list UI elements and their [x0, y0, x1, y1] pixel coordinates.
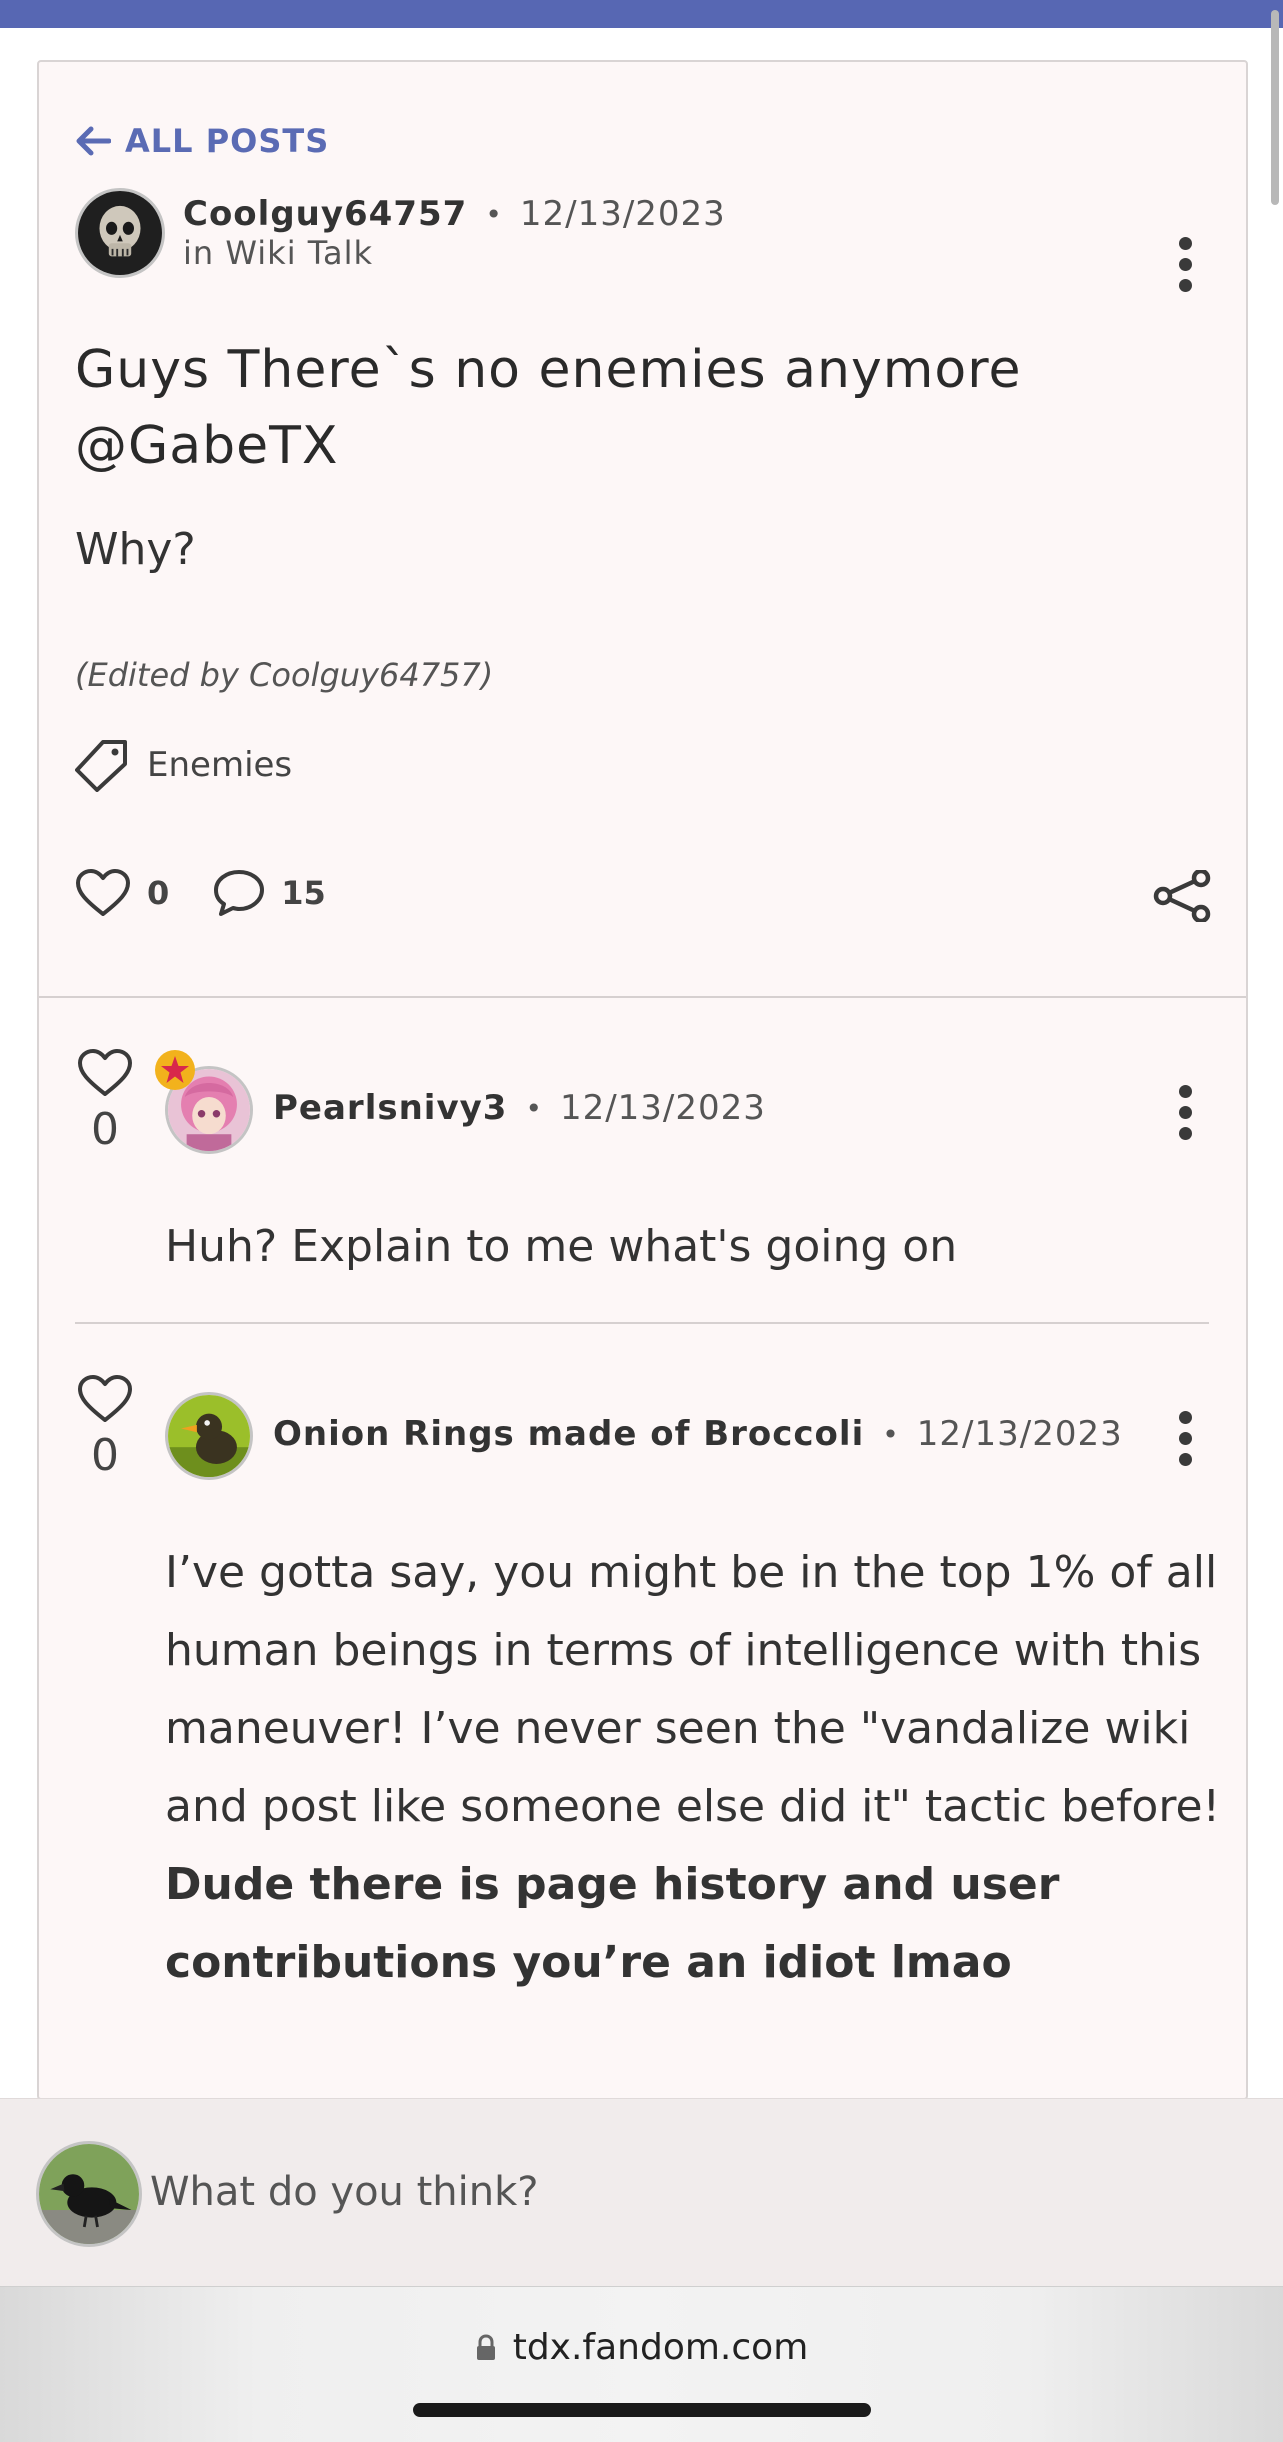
- arrow-left-icon: [76, 126, 111, 156]
- author-avatar[interactable]: [75, 188, 165, 278]
- url-text: tdx.fandom.com: [512, 2327, 809, 2368]
- comment-icon: [214, 870, 265, 916]
- post-date: 12/13/2023: [519, 194, 726, 234]
- like-button[interactable]: 0: [75, 868, 169, 918]
- reply-text: Huh? Explain to me what's going on: [165, 1221, 958, 1272]
- reply-date: 12/13/2023: [559, 1088, 766, 1128]
- reply-like-button[interactable]: 0: [75, 1374, 135, 1481]
- like-count: 0: [147, 874, 170, 912]
- heart-icon: [76, 869, 130, 916]
- kebab-menu-icon: [1178, 1084, 1192, 1098]
- top-nav-bar: [0, 0, 1283, 28]
- crow-avatar-image: [39, 2144, 139, 2244]
- heart-icon: [78, 1049, 132, 1096]
- lock-icon: [476, 2333, 495, 2360]
- post-category[interactable]: in Wiki Talk: [183, 234, 373, 272]
- comment-count: 15: [281, 874, 326, 912]
- post-author-name[interactable]: Coolguy64757: [183, 194, 467, 234]
- reply-more-options-button[interactable]: [1165, 1408, 1205, 1468]
- kebab-menu-icon: [1178, 1410, 1192, 1424]
- duck-avatar-image: [168, 1395, 250, 1477]
- post-tag-label: Enemies: [147, 745, 293, 785]
- url-display[interactable]: tdx.fandom.com: [0, 2327, 1283, 2368]
- share-button[interactable]: [1153, 868, 1213, 927]
- tag-icon: [75, 740, 127, 792]
- admin-star-badge-icon: [155, 1050, 195, 1090]
- post-tag[interactable]: Enemies: [75, 738, 292, 792]
- page-scrollbar[interactable]: [1271, 10, 1279, 205]
- reply-text: I’ve gotta say, you might be in the top …: [165, 1547, 1221, 1832]
- post-more-options-button[interactable]: [1165, 234, 1205, 294]
- home-indicator[interactable]: [413, 2403, 871, 2417]
- heart-icon: [78, 1375, 132, 1422]
- post-divider: [39, 996, 1246, 998]
- post-actions: 0 15: [75, 868, 370, 918]
- post-body: Why?: [75, 524, 196, 575]
- reply-author-line: Pearlsnivy3 • 12/13/2023: [273, 1088, 766, 1128]
- comment-composer: [0, 2098, 1283, 2286]
- post-edited-note: (Edited by Coolguy64757): [75, 656, 494, 694]
- kebab-menu-icon: [1178, 236, 1192, 250]
- reply-author-avatar[interactable]: [165, 1392, 253, 1480]
- all-posts-label: ALL POSTS: [125, 122, 330, 160]
- reply-author-name[interactable]: Onion Rings made of Broccoli: [273, 1414, 864, 1454]
- comment-input[interactable]: [150, 2159, 1230, 2225]
- reply-author-name[interactable]: Pearlsnivy3: [273, 1088, 507, 1128]
- all-posts-link[interactable]: ALL POSTS: [75, 122, 329, 160]
- browser-address-bar: tdx.fandom.com: [0, 2286, 1283, 2442]
- discussion-post-card: ALL POSTS Coolguy64757 • 12/13/2023 in W…: [37, 60, 1248, 2100]
- reply-date: 12/13/2023: [916, 1414, 1123, 1454]
- skull-avatar-image: [78, 191, 162, 275]
- reply-like-button[interactable]: 0: [75, 1048, 135, 1155]
- separator-dot: •: [485, 197, 502, 231]
- post-title: Guys There`s no enemies anymore @GabeTX: [75, 340, 1022, 476]
- share-icon: [1153, 868, 1211, 924]
- current-user-avatar[interactable]: [36, 2141, 142, 2247]
- reply-like-count: 0: [91, 1430, 119, 1481]
- reply-more-options-button[interactable]: [1165, 1082, 1205, 1142]
- separator-dot: •: [882, 1417, 899, 1451]
- post-author-line: Coolguy64757 • 12/13/2023: [183, 194, 726, 234]
- reply-author-line: Onion Rings made of Broccoli • 12/13/202…: [273, 1414, 1123, 1454]
- separator-dot: •: [525, 1091, 542, 1125]
- reply-like-count: 0: [91, 1104, 119, 1155]
- reply-divider: [75, 1322, 1209, 1324]
- comments-button[interactable]: 15: [213, 868, 326, 918]
- reply-bold-text: Dude there is page history and user cont…: [165, 1859, 1060, 1988]
